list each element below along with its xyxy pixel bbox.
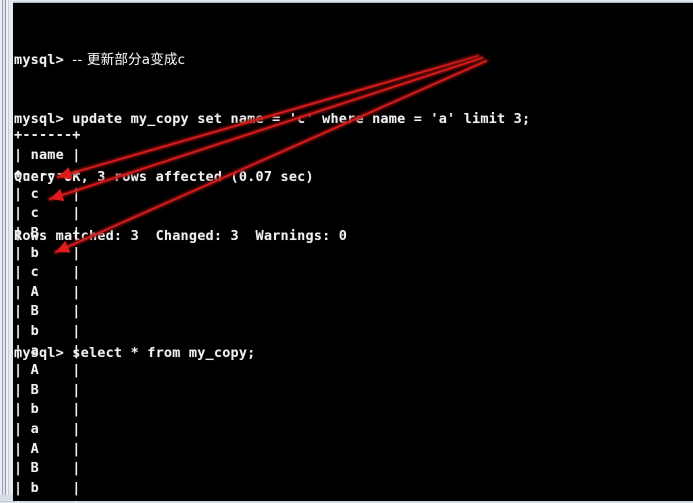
prompt-label: mysql> — [14, 110, 73, 127]
table-header-row: | name | — [14, 146, 81, 163]
table-row: | B | — [14, 381, 81, 398]
table-row: | a | — [14, 342, 81, 359]
table-row: | b | — [14, 401, 81, 418]
table-row: | c | — [14, 205, 81, 222]
terminal-line-comment: mysql> -- 更新部分a变成c — [14, 51, 693, 71]
table-row: | b | — [14, 322, 81, 339]
table-border-header: +------+ — [14, 166, 81, 183]
table-row: | B | — [14, 224, 81, 241]
prompt-label: mysql> — [14, 52, 73, 68]
table-row: | c | — [14, 264, 81, 281]
table-row: | b | — [14, 479, 81, 496]
table-row: | c | — [14, 185, 81, 202]
window-frame-top — [0, 0, 693, 3]
table-row: | a | — [14, 498, 81, 503]
terminal-line-update: mysql> update my_copy set name = 'c' whe… — [14, 110, 693, 130]
table-border-top: +------+ — [14, 127, 81, 143]
table-row: | b | — [14, 244, 81, 261]
terminal-line-text: -- 更新部分a变成c — [72, 52, 186, 68]
table-row: | A | — [14, 283, 81, 300]
terminal-line-text: select * from my_copy; — [72, 344, 256, 361]
terminal-screenshot: mysql> -- 更新部分a变成c mysql> update my_copy… — [0, 0, 693, 503]
terminal-line-query-ok: Query OK, 3 rows affected (0.07 sec) — [14, 168, 693, 188]
result-table: +------+ | name | +------+ | c | | c | | B | |… — [14, 126, 81, 503]
terminal-line-rows-matched: Rows matched: 3 Changed: 3 Warnings: 0 — [14, 227, 693, 247]
window-frame-left — [0, 0, 13, 503]
table-row: | B | — [14, 460, 81, 477]
terminal-line-text: update my_copy set name = 'c' where name… — [72, 110, 531, 127]
table-row: | A | — [14, 362, 81, 379]
terminal-line-select: mysql> select * from my_copy; — [14, 344, 693, 364]
table-row: | A | — [14, 440, 81, 457]
terminal-output: mysql> -- 更新部分a变成c mysql> update my_copy… — [14, 12, 693, 402]
table-row: | B | — [14, 303, 81, 320]
table-row: | a | — [14, 420, 81, 437]
